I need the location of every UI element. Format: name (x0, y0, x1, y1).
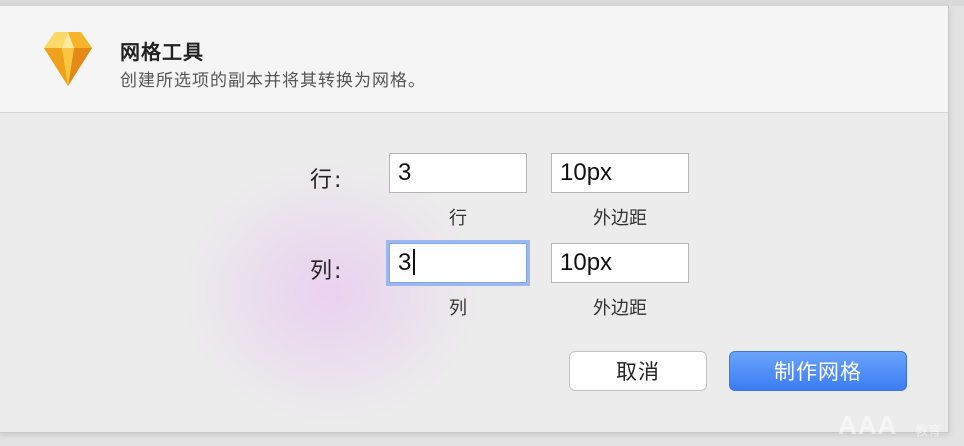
columns-label: 列: (310, 259, 344, 284)
watermark-subtext: 教育 (915, 424, 942, 439)
rows-count-field[interactable]: 3 (389, 153, 527, 193)
columns-margin-value: 10px (560, 249, 613, 276)
columns-count-value: 3 (398, 249, 412, 276)
make-grid-button[interactable]: 制作网格 (729, 351, 907, 391)
dialog-title: 网格工具 (120, 40, 204, 64)
columns-margin-caption: 外边距 (593, 298, 647, 319)
cancel-button[interactable]: 取消 (569, 351, 707, 391)
columns-margin-field[interactable]: 10px (551, 243, 689, 283)
rows-count-caption: 行 (449, 208, 467, 229)
grid-tool-dialog: 网格工具 创建所选项的副本并将其转换为网格。 行: 3 10px 行 外边距 列… (0, 6, 949, 433)
sketch-diamond-icon (44, 32, 92, 86)
columns-count-field[interactable]: 3 (389, 243, 527, 283)
rows-count-value: 3 (398, 159, 412, 186)
rows-margin-value: 10px (560, 159, 613, 186)
text-caret (413, 248, 416, 275)
rows-margin-caption: 外边距 (593, 208, 647, 229)
columns-count-caption: 列 (449, 298, 467, 319)
rows-label: 行: (310, 168, 344, 193)
watermark-logo: AAA (838, 410, 898, 440)
dialog-header: 网格工具 创建所选项的副本并将其转换为网格。 (0, 6, 948, 113)
rows-margin-field[interactable]: 10px (551, 153, 689, 193)
dialog-subtitle: 创建所选项的副本并将其转换为网格。 (120, 71, 426, 91)
